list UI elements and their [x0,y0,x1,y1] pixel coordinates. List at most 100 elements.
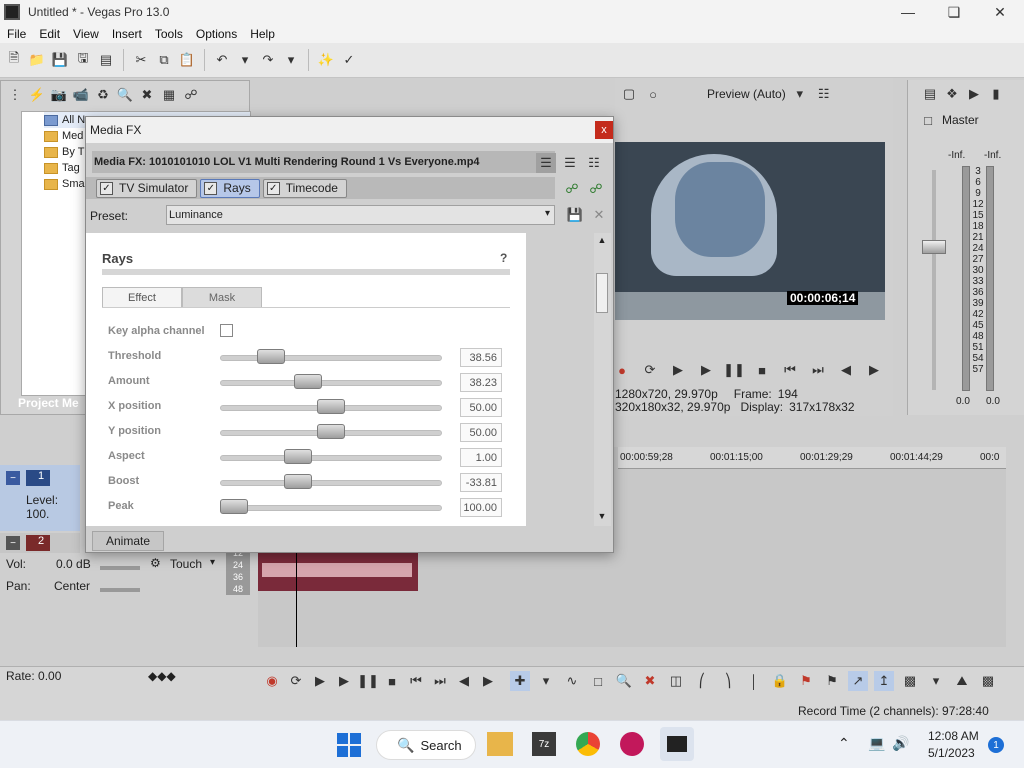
play-icon[interactable]: ▶ [696,360,716,380]
pan-slider[interactable] [100,588,140,592]
minimize-icon[interactable]: — [885,0,931,24]
automation-mode[interactable]: Touch [170,557,202,571]
param-value-input[interactable]: 100.00 [460,498,502,517]
tab-effect[interactable]: Effect [102,287,182,307]
render-icon[interactable]: ✨ [316,50,336,70]
chevron-down-icon[interactable]: ▾ [926,671,946,691]
marker-icon[interactable]: ⚑ [796,671,816,691]
plugin-icon[interactable]: ☍ [181,85,201,105]
param-value-input[interactable]: 38.23 [460,373,502,392]
slider-thumb[interactable] [284,449,313,464]
slider-thumb[interactable] [317,399,345,414]
slider-thumb[interactable] [256,349,285,364]
import-media-icon[interactable]: 📷 [49,85,69,105]
capture-icon[interactable]: 📹 [71,85,91,105]
param-value-input[interactable]: 50.00 [460,398,502,417]
vegas-taskbar-icon[interactable] [660,727,694,761]
close-icon[interactable]: ✕ [977,0,1023,24]
grid-icon[interactable]: ☷ [814,84,834,104]
key-alpha-checkbox[interactable] [220,324,233,337]
undo-icon[interactable]: ↶ [212,50,232,70]
param-value-input[interactable]: -33.81 [460,473,502,492]
play-from-start-icon[interactable]: ▶ [668,360,688,380]
chevron-down-icon[interactable]: ▾ [210,557,215,568]
rate-slider[interactable]: ◆◆◆ [148,669,176,683]
track-1-header[interactable]: − 1 Level: 100. [0,465,80,531]
fx-chain-item[interactable]: ✓ Rays [200,178,260,198]
param-value-input[interactable]: 50.00 [460,423,502,442]
pause-icon[interactable]: ❚❚ [357,671,379,691]
go-to-end-icon[interactable]: ⏭ [430,671,450,691]
vol-slider[interactable] [100,566,140,570]
time-ruler[interactable]: 00:00:59;28 00:01:15;00 00:01:29;29 00:0… [618,447,1006,469]
param-value-input[interactable]: 1.00 [460,448,502,467]
view-icon[interactable]: ▦ [159,85,179,105]
preset-select[interactable]: Luminance ▾ [166,205,555,225]
chain-view-icon[interactable]: ☰ [536,153,556,173]
grid-view-icon[interactable]: ☷ [584,153,604,173]
stop-icon[interactable]: ■ [752,360,772,380]
redo-icon[interactable]: ↷ [258,50,278,70]
master-fader-thumb[interactable] [922,240,946,254]
menu-tools[interactable]: Tools [148,27,189,41]
properties-icon[interactable]: ▤ [96,50,116,70]
dialog-close-button[interactable]: x [595,121,613,139]
chrome-icon[interactable] [576,732,600,756]
taskbar-date[interactable]: 5/1/2023 [928,746,975,760]
param-slider[interactable] [220,380,442,386]
menu-help[interactable]: Help [243,27,281,41]
track-collapse-icon[interactable]: − [6,536,20,550]
prev-frame-icon[interactable]: ◀ [836,360,856,380]
param-value-input[interactable]: 38.56 [460,348,502,367]
split-screen-icon[interactable]: ▢ [619,84,639,104]
fx-enable-checkbox[interactable]: ✓ [204,181,218,195]
undo-dropdown-icon[interactable]: ▾ [235,50,255,70]
taskbar-search[interactable]: 🔍 Search [376,730,476,760]
scroll-thumb[interactable] [596,273,608,313]
trim-end-icon[interactable]: ⎞ [718,671,738,691]
scroll-down-icon[interactable]: ▼ [596,511,608,523]
pause-icon[interactable]: ❚❚ [723,360,745,380]
fx-enable-checkbox[interactable]: ✓ [266,181,280,195]
magnify-icon[interactable]: 🔍 [115,85,135,105]
volume-icon[interactable]: 🔊 [892,735,909,752]
record-icon[interactable]: ◉ [262,671,282,691]
menu-options[interactable]: Options [189,27,243,41]
lock-envelopes-icon[interactable]: ⛰ [952,671,972,691]
help-button[interactable]: ? [500,251,507,265]
play-icon[interactable]: ▶ [334,671,354,691]
save-preset-icon[interactable]: 💾 [565,205,585,225]
meters-icon[interactable]: ▮ [986,84,1006,104]
overlay-icon[interactable]: ○ [643,84,663,104]
fx-chain-item[interactable]: ✓ Timecode [262,178,347,198]
remove-icon[interactable]: ✖ [137,85,157,105]
restore-icon[interactable]: ❏ [931,0,977,24]
slider-thumb[interactable] [317,424,345,439]
properties-pin-icon[interactable]: ✓ [339,50,359,70]
track-collapse-icon[interactable]: − [6,471,20,485]
preview-quality-select[interactable]: Preview (Auto) [707,87,786,101]
slider-thumb[interactable] [293,374,322,389]
list-view-icon[interactable]: ☰ [560,153,580,173]
split-icon[interactable]: │ [744,671,764,691]
track-2-header[interactable]: − 2 [0,533,80,553]
scroll-up-icon[interactable]: ▲ [596,235,608,247]
tab-mask[interactable]: Mask [182,287,262,307]
lock-icon[interactable]: 🔒 [770,671,790,691]
paste-icon[interactable]: 📋 [177,50,197,70]
menu-view[interactable]: View [66,27,105,41]
plugin-scrollbar[interactable]: ▲ ▼ [594,233,611,526]
param-slider[interactable] [220,480,442,486]
cut-icon[interactable]: ✂ [131,50,151,70]
remove-fx-icon[interactable]: ☍ [586,179,606,199]
trim-start-icon[interactable]: ⎛ [692,671,712,691]
network-icon[interactable]: 💻 [868,735,885,752]
normal-edit-tool-icon[interactable]: ✚ [510,671,530,691]
param-slider[interactable] [220,355,442,361]
insert-bus-icon[interactable]: ▶ [964,84,984,104]
grouping-icon[interactable]: ▩ [900,671,920,691]
mixer-properties-icon[interactable]: ▤ [920,84,940,104]
region-icon[interactable]: ⚑ [822,671,842,691]
next-frame-icon[interactable]: ▶ [478,671,498,691]
prev-frame-icon[interactable]: ◀ [454,671,474,691]
